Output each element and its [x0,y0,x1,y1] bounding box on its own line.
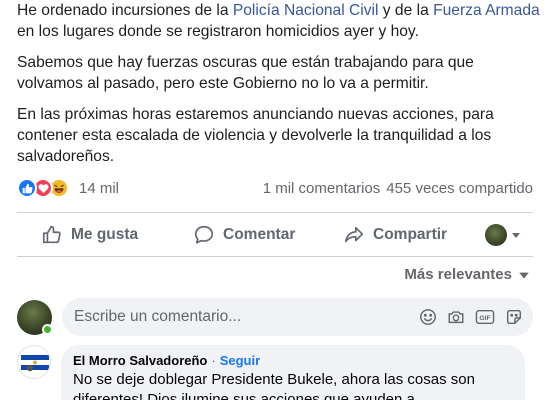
viewer-avatar [485,224,507,246]
post-text-segment: He ordenado incursiones de la [17,2,233,19]
like-label: Me gusta [71,226,139,243]
comment-sort-dropdown[interactable]: Más relevantes [404,266,530,283]
post-actions-bar: Me gusta Comentar Compartir [17,216,533,254]
share-count[interactable]: 455 veces compartido [386,180,533,197]
separator-dot: · [211,353,216,368]
like-button[interactable]: Me gusta [41,224,138,246]
comment-button[interactable]: Comentar [193,224,295,246]
post-text: He ordenado incursiones de la Policía Na… [17,0,542,177]
sort-label: Más relevantes [404,266,512,283]
comment-text: No se deje doblegar Presidente Bukele, a… [73,371,475,400]
comment-label: Comentar [223,226,296,243]
thumbs-up-icon [42,225,61,244]
comment-input[interactable]: Escribe un comentario... GIF [62,298,533,336]
camera-icon[interactable] [447,308,465,326]
comment-item: El Morro Salvadoreño · Seguir No se deje… [17,345,533,400]
comment-count[interactable]: 1 mil comentarios [263,180,381,197]
divider [17,212,533,213]
post-as-selector[interactable] [485,224,521,246]
post-paragraph-1: He ordenado incursiones de la Policía Na… [17,0,542,42]
el-salvador-flag-icon [21,355,49,372]
link-fuerza-armada[interactable]: Fuerza Armada [433,2,540,19]
post-paragraph-2: Sabemos que hay fuerzas oscuras que está… [17,54,474,92]
comment-placeholder: Escribe un comentario... [74,308,242,325]
link-policia-nacional-civil[interactable]: Policía Nacional Civil [233,2,379,19]
composer-tools: GIF [419,308,523,326]
current-user-avatar[interactable] [17,299,53,335]
post-stats-bar: 14 mil 1 mil comentarios 455 veces compa… [17,176,533,200]
caret-down-icon [512,233,520,238]
comment-header: El Morro Salvadoreño · Seguir [73,353,513,368]
post-text-segment: en los lugares donde se registraron homi… [17,23,419,40]
post-paragraph-3: En las próximas horas estaremos anuncian… [17,106,494,165]
share-button[interactable]: Compartir [343,224,447,246]
emoji-icon[interactable] [419,308,437,326]
post-text-segment: y de la [378,2,434,19]
share-arrow-icon [344,226,364,243]
comment-bubble-icon [194,225,214,244]
like-reaction-icon [17,178,37,198]
caret-down-icon [519,272,529,279]
sticker-icon[interactable] [505,308,523,326]
engagement-counts: 1 mil comentarios 455 veces compartido [263,180,533,197]
online-status-indicator [42,323,53,335]
gif-icon[interactable]: GIF [475,308,495,326]
reaction-count[interactable]: 14 mil [79,180,119,197]
reactions-summary[interactable]: 14 mil [17,178,119,198]
follow-link[interactable]: Seguir [220,353,260,368]
share-label: Compartir [373,226,448,243]
svg-text:GIF: GIF [479,315,490,322]
comment-bubble: El Morro Salvadoreño · Seguir No se deje… [61,345,525,400]
comment-composer: Escribe un comentario... GIF [17,297,533,337]
commenter-avatar[interactable] [17,345,51,379]
comment-author[interactable]: El Morro Salvadoreño [73,353,207,368]
divider [17,256,533,257]
